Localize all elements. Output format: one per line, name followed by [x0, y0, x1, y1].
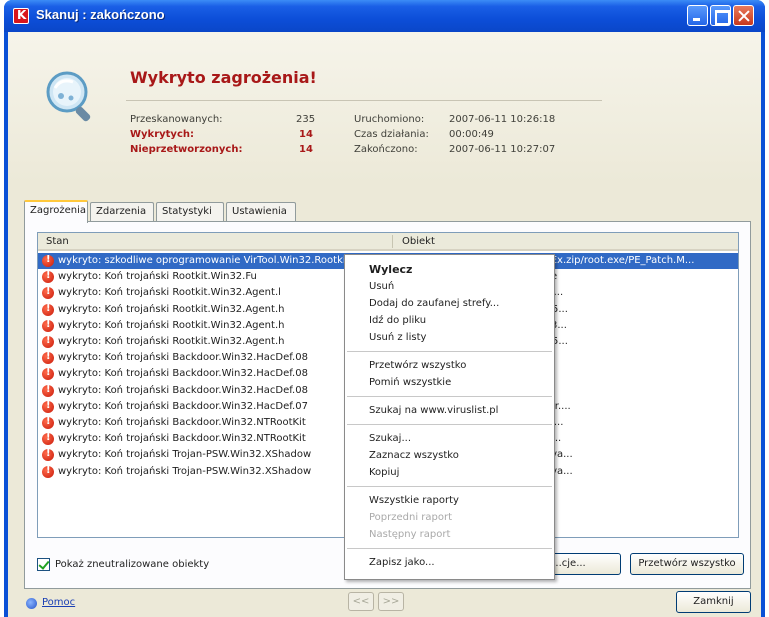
threats-detected-title: Wykryto zagrożenia!	[130, 68, 317, 87]
menu-separator	[347, 424, 552, 425]
menu-separator	[347, 396, 552, 397]
menu-separator	[347, 486, 552, 487]
context-menu: Wylecz Usuń Dodaj do zaufanej strefy... Idź…	[344, 254, 555, 580]
threat-warning-icon	[42, 303, 54, 316]
menu-item[interactable]: Idź do pliku	[345, 312, 554, 329]
threat-warning-icon	[42, 270, 54, 284]
menu-item[interactable]: Szukaj na www.viruslist.pl	[345, 402, 554, 419]
menu-item: Poprzedni raport	[369, 512, 453, 523]
menu-item[interactable]: Przetwórz wszystko	[345, 357, 554, 374]
process-all-button[interactable]: Przetwórz wszystko	[630, 553, 744, 575]
menu-separator	[347, 351, 552, 352]
column-header-object[interactable]: Obiekt	[402, 236, 435, 247]
threat-warning-icon	[42, 335, 54, 348]
menu-item[interactable]: Wszystkie raporty	[345, 492, 554, 509]
stat-label-scanned: Przeskanowanych:	[130, 114, 223, 125]
show-neutralized-label[interactable]: Pokaż zneutralizowane obiekty	[55, 559, 209, 570]
column-separator[interactable]	[392, 235, 393, 248]
close-window-button[interactable]	[733, 5, 754, 26]
menu-item[interactable]: Zapisz jako...	[345, 554, 554, 571]
menu-item[interactable]: Wylecz	[345, 261, 554, 278]
show-neutralized-checkbox[interactable]	[37, 558, 50, 571]
stat-label-detected: Wykrytych:	[130, 129, 194, 140]
maximize-button[interactable]	[710, 5, 731, 26]
help-link[interactable]: Pomoc	[42, 597, 75, 608]
stat-label-finished: Zakończono:	[354, 144, 418, 155]
stat-value-duration: 00:00:49	[449, 129, 494, 140]
threat-warning-icon	[42, 416, 54, 429]
tab-events[interactable]: Zdarzenia	[90, 202, 154, 222]
stat-label-unprocessed: Nieprzetworzonych:	[130, 144, 243, 155]
threat-warning-icon	[42, 400, 54, 413]
menu-item[interactable]: Usuń z listy	[345, 329, 554, 346]
stat-value-unprocessed: 14	[299, 144, 313, 155]
kaspersky-logo-icon	[13, 8, 29, 24]
title-bar[interactable]: Skanuj : zakończono	[4, 0, 765, 32]
threat-warning-icon	[42, 319, 54, 332]
threat-warning-icon	[42, 254, 54, 267]
threat-warning-icon	[42, 367, 54, 381]
next-report-button[interactable]: >>	[378, 592, 404, 611]
stat-value-started: 2007-06-11 10:26:18	[449, 114, 556, 125]
stat-value-finished: 2007-06-11 10:27:07	[449, 144, 556, 155]
magnifier-icon	[46, 71, 91, 122]
window-title: Skanuj : zakończono	[36, 7, 165, 22]
tab-settings[interactable]: Ustawienia	[226, 202, 296, 222]
column-header-status[interactable]: Stan	[46, 236, 69, 247]
previous-report-button[interactable]: <<	[348, 592, 374, 611]
threat-warning-icon	[42, 286, 54, 300]
tab-statistics[interactable]: Statystyki	[156, 202, 224, 222]
tab-threats[interactable]: Zagrożenia	[24, 200, 88, 223]
header-divider	[126, 100, 602, 101]
threat-warning-icon	[42, 465, 54, 478]
stat-value-detected: 14	[299, 129, 313, 140]
threat-warning-icon	[42, 351, 54, 365]
stat-label-duration: Czas działania:	[354, 129, 429, 140]
stat-label-started: Uruchomiono:	[354, 114, 425, 125]
scan-summary-header: Wykryto zagrożenia! Przeskanowanych: 235…	[8, 32, 761, 184]
minimize-button[interactable]	[687, 5, 708, 26]
menu-item[interactable]: Szukaj...	[345, 430, 554, 447]
threat-warning-icon	[42, 432, 54, 446]
menu-item[interactable]: Kopiuj	[345, 464, 554, 481]
close-button[interactable]: Zamknij	[676, 591, 751, 613]
menu-item[interactable]: Zaznacz wszystko	[345, 447, 554, 464]
menu-item[interactable]: Usuń	[345, 278, 554, 295]
threat-warning-icon	[42, 448, 54, 462]
menu-item: Następny raport	[369, 529, 451, 540]
menu-separator	[347, 548, 552, 549]
menu-item[interactable]: Dodaj do zaufanej strefy...	[345, 295, 554, 312]
menu-item[interactable]: Pomiń wszystkie	[345, 374, 554, 391]
stat-value-scanned: 235	[296, 114, 316, 125]
help-icon	[26, 598, 37, 609]
list-header: Stan Obiekt	[38, 233, 738, 251]
threat-warning-icon	[42, 384, 54, 397]
